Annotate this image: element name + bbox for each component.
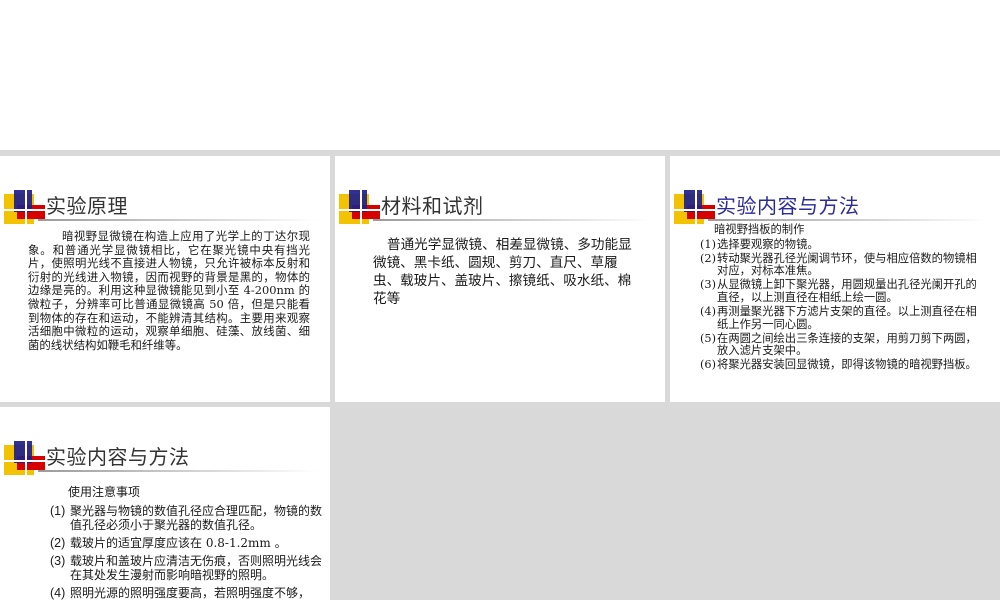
slide-body: 普通光学显微镜、相差显微镜、多功能显微镜、黑卡纸、圆规、剪刀、直尺、草履虫、载玻… [373, 236, 635, 308]
item-number: (2) [50, 536, 66, 550]
list-item: (2) 转动聚光器孔径光阑调节环，使与相应倍数的物镜相对应，对标本准焦。 [700, 251, 980, 278]
principle-text: 暗视野显微镜在构造上应用了光学上的丁达尔现象。和普通光学显微镜相比，它在聚光镜中… [28, 229, 310, 352]
list-item: (6) 将聚光器安装回显微镜，即得该物镜的暗视野挡板。 [700, 359, 980, 372]
item-text: 再测量聚光器下方滤片支架的直径。以上测直径在相纸上作另一同心圆。 [717, 305, 977, 331]
slide-body: 暗视野显微镜在构造上应用了光学上的丁达尔现象。和普通光学显微镜相比，它在聚光镜中… [28, 229, 310, 352]
top-blank-area [0, 0, 1000, 150]
title-underline [708, 219, 988, 221]
list-item: (4) 再测量聚光器下方滤片支架的直径。以上测直径在相纸上作另一同心圆。 [700, 305, 980, 331]
item-text: 聚光器与物镜的数值孔径应合理匹配，物镜的数值孔径必须小于聚光器的数值孔径。 [70, 504, 323, 532]
item-text: 载玻片的适宜厚度应该在 0.8-1.2mm 。 [70, 536, 287, 550]
title-underline [38, 470, 318, 472]
list-item: (1) 选择要观察的物镜。 [700, 237, 980, 252]
item-number: (4) [50, 586, 66, 600]
slide-logo-icon [339, 190, 381, 230]
item-number: (3) [700, 278, 717, 292]
title-underline [38, 219, 318, 221]
slide-title: 实验内容与方法 [716, 194, 860, 218]
item-number: (6) [700, 358, 717, 372]
list-item: (4) 照明光源的照明强度要高，若照明强度不够， [50, 586, 325, 600]
list-item: (3) 从显微镜上卸下聚光器，用圆规量出孔径光阑开孔的直径，以上测直径在相纸上绘… [700, 279, 980, 304]
slide-methods-1[interactable]: 实验内容与方法 暗视野挡板的制作 (1) 选择要观察的物镜。 (2) 转动聚光器… [670, 156, 1000, 402]
section-heading: 暗视野挡板的制作 [714, 223, 805, 236]
slide-title: 实验原理 [46, 194, 128, 218]
slide-logo-icon [4, 441, 46, 481]
item-number: (4) [700, 305, 717, 319]
slide-title: 实验内容与方法 [46, 445, 190, 469]
list-item: (2) 载玻片的适宜厚度应该在 0.8-1.2mm 。 [50, 536, 325, 550]
slide-title: 材料和试剂 [381, 194, 484, 218]
title-underline [373, 219, 653, 221]
item-text: 选择要观察的物镜。 [717, 237, 819, 251]
item-text: 在两圆之间绘出三条连接的支架，用剪刀剪下两圆，放入滤片支架中。 [717, 331, 977, 358]
slide-logo-icon [4, 190, 46, 230]
item-number: (3) [50, 554, 66, 568]
item-text: 从显微镜上卸下聚光器，用圆规量出孔径光阑开孔的直径，以上测直径在相纸上绘一圆。 [717, 278, 977, 304]
item-number: (1) [50, 504, 66, 518]
list-item: (3) 载玻片和盖玻片应清洁无伤痕，否则照明光线会在其处发生漫射而影响暗视野的照… [50, 554, 325, 582]
item-number: (2) [700, 251, 717, 265]
slide-methods-2[interactable]: 实验内容与方法 使用注意事项 (1) 聚光器与物镜的数值孔径应合理匹配，物镜的数… [0, 407, 330, 600]
item-text: 转动聚光器孔径光阑调节环，使与相应倍数的物镜相对应，对标本准焦。 [717, 251, 977, 278]
item-text: 载玻片和盖玻片应清洁无伤痕，否则照明光线会在其处发生漫射而影响暗视野的照明。 [70, 554, 323, 582]
slide-principle[interactable]: 实验原理 暗视野显微镜在构造上应用了光学上的丁达尔现象。和普通光学显微镜相比，它… [0, 156, 330, 402]
section-heading: 使用注意事项 [68, 485, 141, 499]
list-item: (1) 聚光器与物镜的数值孔径应合理匹配，物镜的数值孔径必须小于聚光器的数值孔径… [50, 504, 325, 532]
item-number: (5) [700, 331, 717, 345]
slide-materials[interactable]: 材料和试剂 普通光学显微镜、相差显微镜、多功能显微镜、黑卡纸、圆规、剪刀、直尺、… [335, 156, 665, 402]
slide-body: 暗视野挡板的制作 (1) 选择要观察的物镜。 (2) 转动聚光器孔径光阑调节环，… [700, 223, 980, 374]
slide-body: 使用注意事项 (1) 聚光器与物镜的数值孔径应合理匹配，物镜的数值孔径必须小于聚… [50, 485, 325, 600]
item-text: 将聚光器安装回显微镜，即得该物镜的暗视野挡板。 [717, 358, 977, 372]
item-text: 照明光源的照明强度要高，若照明强度不够， [70, 586, 311, 600]
item-number: (1) [700, 237, 717, 251]
list-item: (5) 在两圆之间绘出三条连接的支架，用剪刀剪下两圆，放入滤片支架中。 [700, 331, 980, 358]
materials-text: 普通光学显微镜、相差显微镜、多功能显微镜、黑卡纸、圆规、剪刀、直尺、草履虫、载玻… [373, 237, 632, 307]
